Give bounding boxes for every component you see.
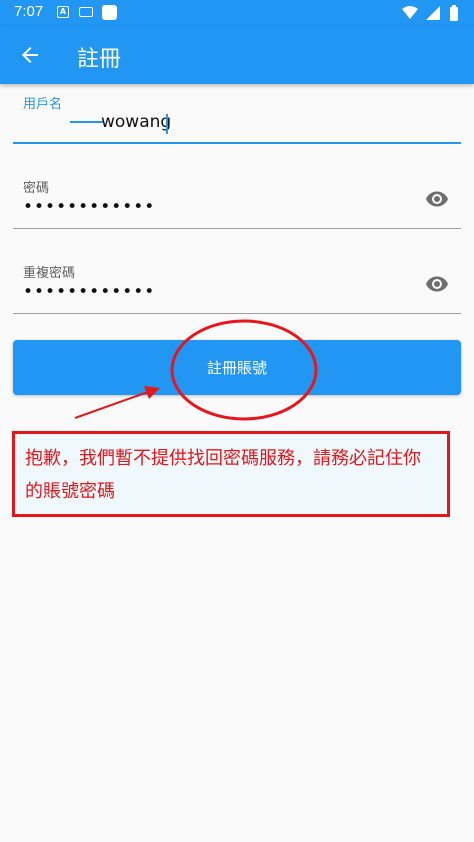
- register-button-label: 註冊賬號: [206, 359, 267, 377]
- status-bar: 7:07 A: [0, 0, 474, 26]
- username-label: 用戶名: [23, 97, 63, 112]
- username-input[interactable]: wowang: [101, 112, 171, 132]
- username-field[interactable]: 用戶名 wowang: [13, 84, 461, 146]
- username-underline: [13, 142, 461, 144]
- back-arrow-icon[interactable]: [18, 43, 42, 67]
- status-time: 7:07: [14, 3, 44, 20]
- password-underline: [13, 228, 461, 229]
- eye-icon[interactable]: [425, 187, 449, 211]
- text-cursor: [166, 114, 168, 134]
- password-label: 密碼: [23, 181, 50, 196]
- battery-icon: [450, 5, 458, 21]
- confirm-password-input[interactable]: ••••••••••••: [23, 282, 155, 302]
- confirm-password-label: 重複密碼: [23, 266, 76, 281]
- register-button[interactable]: 註冊賬號: [13, 340, 461, 395]
- status-icons: [402, 5, 458, 21]
- annotation-notice: 抱歉，我們暫不提供找回密碼服務，請務必記住你的賬號密碼: [12, 431, 450, 517]
- keyboard-icon: [79, 7, 93, 17]
- eye-icon[interactable]: [425, 272, 449, 296]
- password-field[interactable]: 密碼 ••••••••••••: [13, 170, 461, 230]
- redaction-mark: [70, 121, 103, 123]
- signal-icon: [426, 6, 440, 20]
- confirm-password-underline: [13, 313, 461, 314]
- password-input[interactable]: ••••••••••••: [23, 197, 155, 217]
- notification-square-icon: [102, 5, 117, 20]
- confirm-password-field[interactable]: 重複密碼 ••••••••••••: [13, 255, 461, 315]
- wifi-icon: [402, 6, 418, 19]
- annotation-notice-text: 抱歉，我們暫不提供找回密碼服務，請務必記住你的賬號密碼: [25, 448, 421, 502]
- page-title: 註冊: [77, 47, 122, 72]
- notification-a-icon: A: [57, 6, 69, 18]
- app-bar: 註冊: [0, 26, 474, 84]
- annotation-arrow-line: [74, 391, 149, 419]
